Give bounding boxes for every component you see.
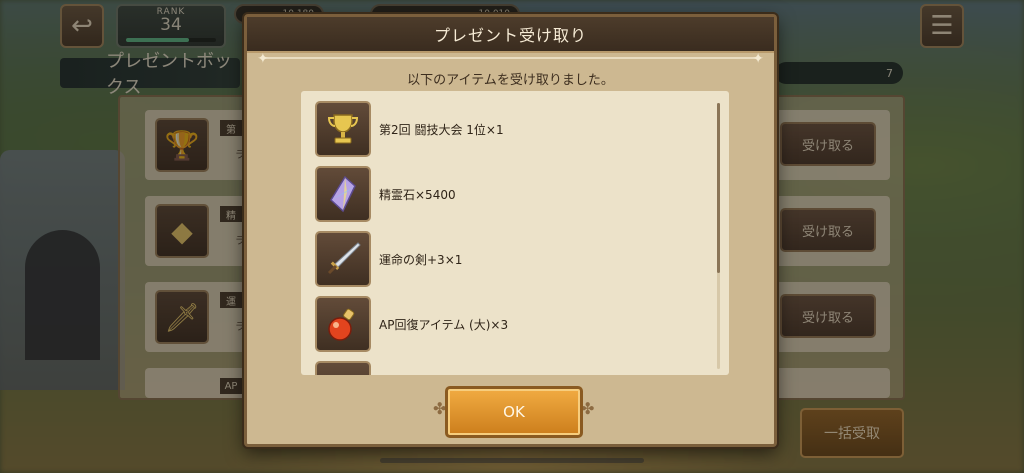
sparkle-icon: ✦ — [752, 51, 764, 67]
home-indicator — [380, 458, 644, 463]
ornament-icon: ✤ — [581, 399, 595, 418]
item-name: 運命の剣+3×1 — [379, 253, 463, 267]
list-item: 運命の剣+3×1 — [315, 231, 695, 289]
list-item: 第2回 闘技大会 1位×1 — [315, 101, 695, 159]
list-item: AP回復アイテム (大)×3 — [315, 296, 695, 354]
divider — [261, 57, 760, 59]
present-received-dialog: プレゼント受け取り ✦ ✦ 以下のアイテムを受け取りました。 第2回 闘技大会 … — [244, 14, 777, 447]
sword-icon — [315, 231, 371, 287]
list-item: 精霊石×5400 — [315, 166, 695, 224]
item-name: 第2回 闘技大会 1位×1 — [379, 123, 504, 137]
ok-button[interactable]: OK — [445, 386, 583, 438]
scrollbar-thumb[interactable] — [717, 103, 720, 273]
item-name: AP回復アイテム (大)×3 — [379, 318, 509, 332]
crystal-icon — [315, 166, 371, 222]
dialog-message: 以下のアイテムを受け取りました。 — [407, 73, 614, 88]
item-name: 精霊石×5400 — [379, 188, 456, 202]
trophy-icon — [315, 101, 371, 157]
potion-icon — [315, 296, 371, 352]
sparkle-icon: ✦ — [257, 51, 269, 67]
dialog-title: プレゼント受け取り — [433, 26, 587, 45]
list-item — [315, 361, 695, 375]
dialog-header: プレゼント受け取り — [247, 17, 774, 53]
item-icon — [315, 361, 371, 375]
received-items-list[interactable]: 第2回 闘技大会 1位×1 精霊石×5400 運命の剣+3×1 AP回復アイテム… — [301, 91, 729, 375]
